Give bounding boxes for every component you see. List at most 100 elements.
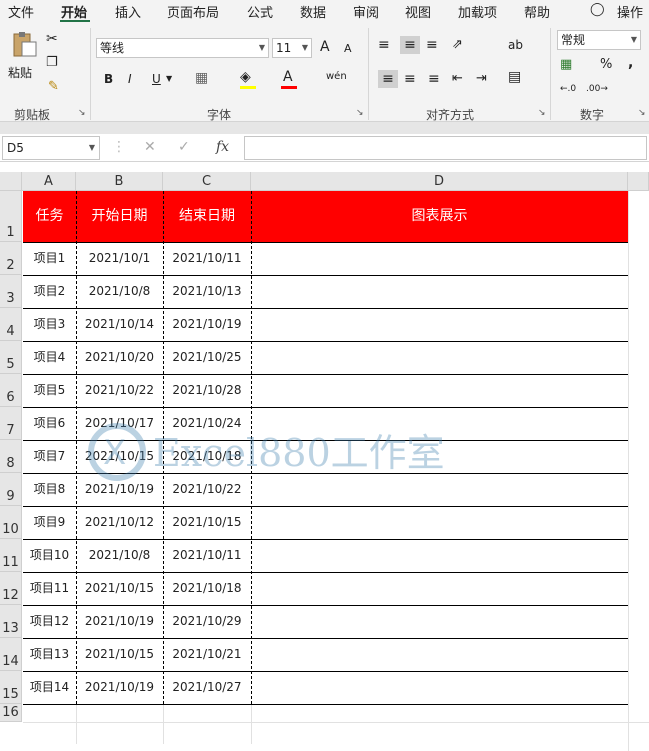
task-cell[interactable]: 项目1 (23, 242, 76, 275)
row-header[interactable]: 7 (0, 407, 22, 440)
task-cell[interactable]: 项目5 (23, 374, 76, 407)
cut-icon[interactable]: ✂ (46, 30, 58, 48)
row-header[interactable]: 1 (0, 191, 22, 242)
start-date-cell[interactable]: 2021/10/15 (76, 638, 163, 671)
alignment-launcher-icon[interactable]: ↘ (538, 108, 546, 118)
menu-file[interactable]: 文件 (8, 2, 34, 21)
orientation-icon[interactable]: ⇗ (452, 36, 463, 54)
align-top-icon[interactable]: ≡ (378, 36, 390, 54)
cancel-icon[interactable]: ✕ (144, 139, 156, 155)
font-name-select[interactable]: 等线 ▼ (96, 38, 269, 58)
menu-review[interactable]: 审阅 (353, 2, 379, 21)
start-date-cell[interactable]: 2021/10/19 (76, 473, 163, 506)
row-header[interactable]: 3 (0, 275, 22, 308)
task-cell[interactable]: 项目9 (23, 506, 76, 539)
chart-cell[interactable] (252, 308, 628, 341)
task-cell[interactable]: 项目6 (23, 407, 76, 440)
header-end-date[interactable]: 结束日期 (163, 191, 251, 242)
menu-insert[interactable]: 插入 (115, 2, 141, 21)
task-cell[interactable]: 项目11 (23, 572, 76, 605)
paste-label[interactable]: 粘贴 (8, 64, 32, 82)
increase-decimal-icon[interactable]: ←.0 (560, 80, 576, 98)
comma-button[interactable]: , (628, 54, 633, 72)
chart-cell[interactable] (252, 407, 628, 440)
clipboard-launcher-icon[interactable]: ↘ (78, 108, 86, 118)
row-header[interactable]: 12 (0, 572, 22, 605)
task-cell[interactable]: 项目14 (23, 671, 76, 704)
fill-color-icon[interactable]: ◈ (240, 68, 251, 86)
menu-help[interactable]: 帮助 (524, 2, 550, 21)
column-header-c[interactable]: C (163, 172, 251, 191)
number-launcher-icon[interactable]: ↘ (638, 108, 646, 118)
column-header-b[interactable]: B (76, 172, 163, 191)
end-date-cell[interactable]: 2021/10/29 (163, 605, 251, 638)
align-middle-icon[interactable]: ≡ (400, 36, 420, 54)
menu-addins[interactable]: 加载项 (458, 2, 497, 21)
chart-cell[interactable] (252, 374, 628, 407)
task-cell[interactable]: 项目13 (23, 638, 76, 671)
percent-button[interactable]: % (600, 56, 612, 74)
column-header-a[interactable]: A (22, 172, 76, 191)
format-painter-icon[interactable]: ✎ (48, 78, 59, 96)
task-cell[interactable]: 项目8 (23, 473, 76, 506)
chart-cell[interactable] (252, 638, 628, 671)
row-header[interactable]: 16 (0, 704, 22, 722)
end-date-cell[interactable]: 2021/10/13 (163, 275, 251, 308)
row-header[interactable]: 9 (0, 473, 22, 506)
chart-cell[interactable] (252, 275, 628, 308)
chart-cell[interactable] (252, 671, 628, 704)
end-date-cell[interactable]: 2021/10/18 (163, 572, 251, 605)
borders-icon[interactable]: ▦ (195, 69, 208, 87)
task-cell[interactable]: 项目3 (23, 308, 76, 341)
chart-cell[interactable] (252, 506, 628, 539)
font-color-icon[interactable]: A (283, 68, 293, 86)
start-date-cell[interactable]: 2021/10/1 (76, 242, 163, 275)
header-chart[interactable]: 图表展示 (251, 191, 628, 242)
row-header[interactable]: 10 (0, 506, 22, 539)
start-date-cell[interactable]: 2021/10/19 (76, 671, 163, 704)
row-header[interactable]: 15 (0, 671, 22, 704)
row-header[interactable]: 14 (0, 638, 22, 671)
start-date-cell[interactable]: 2021/10/14 (76, 308, 163, 341)
accounting-format-icon[interactable]: ▦ (560, 56, 572, 74)
font-size-select[interactable]: 11 ▼ (272, 38, 312, 58)
row-header[interactable]: 4 (0, 308, 22, 341)
shrink-font-icon[interactable]: A (344, 40, 352, 58)
menu-page-layout[interactable]: 页面布局 (167, 2, 219, 21)
decrease-indent-icon[interactable]: ⇤ (452, 70, 463, 88)
start-date-cell[interactable]: 2021/10/15 (76, 572, 163, 605)
decrease-decimal-icon[interactable]: .00→ (586, 80, 608, 98)
font-launcher-icon[interactable]: ↘ (356, 108, 364, 118)
tell-me-label[interactable]: 操作 (617, 2, 643, 21)
chart-cell[interactable] (252, 605, 628, 638)
increase-indent-icon[interactable]: ⇥ (476, 70, 487, 88)
end-date-cell[interactable]: 2021/10/18 (163, 440, 251, 473)
underline-button[interactable]: U (152, 70, 161, 88)
chart-cell[interactable] (252, 242, 628, 275)
paste-icon[interactable] (10, 32, 38, 58)
formula-input[interactable] (244, 136, 647, 160)
align-left-icon[interactable]: ≡ (378, 70, 398, 88)
start-date-cell[interactable]: 2021/10/19 (76, 605, 163, 638)
wrap-text-icon[interactable]: ab (508, 36, 523, 54)
chart-cell[interactable] (252, 473, 628, 506)
menu-home[interactable]: 开始 (61, 2, 87, 21)
align-center-icon[interactable]: ≡ (404, 70, 416, 88)
end-date-cell[interactable]: 2021/10/24 (163, 407, 251, 440)
row-header[interactable]: 13 (0, 605, 22, 638)
start-date-cell[interactable]: 2021/10/12 (76, 506, 163, 539)
header-start-date[interactable]: 开始日期 (76, 191, 163, 242)
row-header[interactable]: 5 (0, 341, 22, 374)
start-date-cell[interactable]: 2021/10/8 (76, 275, 163, 308)
menu-view[interactable]: 视图 (405, 2, 431, 21)
row-header[interactable]: 2 (0, 242, 22, 275)
row-header[interactable]: 8 (0, 440, 22, 473)
start-date-cell[interactable]: 2021/10/8 (76, 539, 163, 572)
end-date-cell[interactable]: 2021/10/25 (163, 341, 251, 374)
end-date-cell[interactable]: 2021/10/15 (163, 506, 251, 539)
lightbulb-icon[interactable]: ◯ (590, 2, 605, 17)
number-format-select[interactable]: 常规 ▼ (557, 30, 641, 50)
end-date-cell[interactable]: 2021/10/11 (163, 242, 251, 275)
task-cell[interactable]: 项目7 (23, 440, 76, 473)
end-date-cell[interactable]: 2021/10/11 (163, 539, 251, 572)
